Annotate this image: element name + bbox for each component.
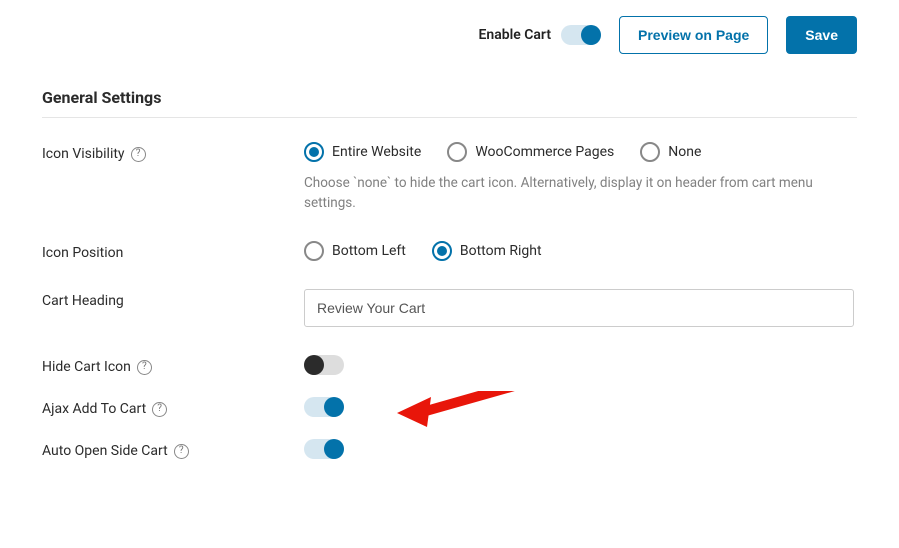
label-ajax-add-to-cart: Ajax Add To Cart ? [42, 397, 304, 417]
help-icon[interactable]: ? [131, 147, 146, 162]
radio-label: WooCommerce Pages [475, 144, 614, 160]
radio-label: Entire Website [332, 144, 421, 160]
top-bar: Enable Cart Preview on Page Save [42, 16, 857, 54]
help-icon[interactable]: ? [174, 444, 189, 459]
icon-visibility-label: Icon Visibility [42, 146, 125, 162]
label-icon-visibility: Icon Visibility ? [42, 142, 304, 162]
icon-position-radios: Bottom Left Bottom Right [304, 241, 857, 261]
radio-circle-icon [432, 241, 452, 261]
icon-visibility-radios: Entire Website WooCommerce Pages None [304, 142, 857, 162]
radio-bottom-right[interactable]: Bottom Right [432, 241, 542, 261]
enable-cart-label: Enable Cart [479, 27, 552, 43]
label-auto-open: Auto Open Side Cart ? [42, 439, 304, 459]
row-auto-open-side-cart: Auto Open Side Cart ? [42, 439, 857, 459]
radio-label: Bottom Right [460, 243, 542, 259]
enable-cart-group: Enable Cart [479, 25, 602, 45]
ajax-add-label: Ajax Add To Cart [42, 401, 146, 417]
row-hide-cart-icon: Hide Cart Icon ? [42, 355, 857, 375]
icon-position-label: Icon Position [42, 245, 123, 261]
radio-circle-icon [304, 241, 324, 261]
radio-circle-icon [304, 142, 324, 162]
radio-label: Bottom Left [332, 243, 406, 259]
row-icon-position: Icon Position Bottom Left Bottom Right [42, 241, 857, 261]
row-ajax-add-to-cart: Ajax Add To Cart ? [42, 397, 857, 417]
icon-visibility-desc: Choose `none` to hide the cart icon. Alt… [304, 174, 824, 213]
label-icon-position: Icon Position [42, 241, 304, 261]
radio-entire-website[interactable]: Entire Website [304, 142, 421, 162]
field-icon-visibility: Entire Website WooCommerce Pages None Ch… [304, 142, 857, 213]
cart-heading-label: Cart Heading [42, 293, 124, 309]
label-cart-heading: Cart Heading [42, 289, 304, 309]
radio-woocommerce-pages[interactable]: WooCommerce Pages [447, 142, 614, 162]
cart-heading-input[interactable] [304, 289, 854, 327]
field-ajax-add-to-cart [304, 397, 857, 417]
row-cart-heading: Cart Heading [42, 289, 857, 327]
field-hide-cart-icon [304, 355, 857, 375]
ajax-add-toggle[interactable] [304, 397, 344, 417]
help-icon[interactable]: ? [137, 360, 152, 375]
hide-cart-icon-label: Hide Cart Icon [42, 359, 131, 375]
radio-circle-icon [447, 142, 467, 162]
radio-circle-icon [640, 142, 660, 162]
field-icon-position: Bottom Left Bottom Right [304, 241, 857, 261]
radio-bottom-left[interactable]: Bottom Left [304, 241, 406, 261]
label-hide-cart-icon: Hide Cart Icon ? [42, 355, 304, 375]
radio-label: None [668, 144, 701, 160]
auto-open-label: Auto Open Side Cart [42, 443, 168, 459]
field-cart-heading [304, 289, 857, 327]
radio-none[interactable]: None [640, 142, 701, 162]
enable-cart-toggle[interactable] [561, 25, 601, 45]
field-auto-open [304, 439, 857, 459]
hide-cart-icon-toggle[interactable] [304, 355, 344, 375]
preview-button[interactable]: Preview on Page [619, 16, 768, 54]
save-button[interactable]: Save [786, 16, 857, 54]
help-icon[interactable]: ? [152, 402, 167, 417]
auto-open-toggle[interactable] [304, 439, 344, 459]
section-title: General Settings [42, 88, 857, 118]
row-icon-visibility: Icon Visibility ? Entire Website WooComm… [42, 142, 857, 213]
